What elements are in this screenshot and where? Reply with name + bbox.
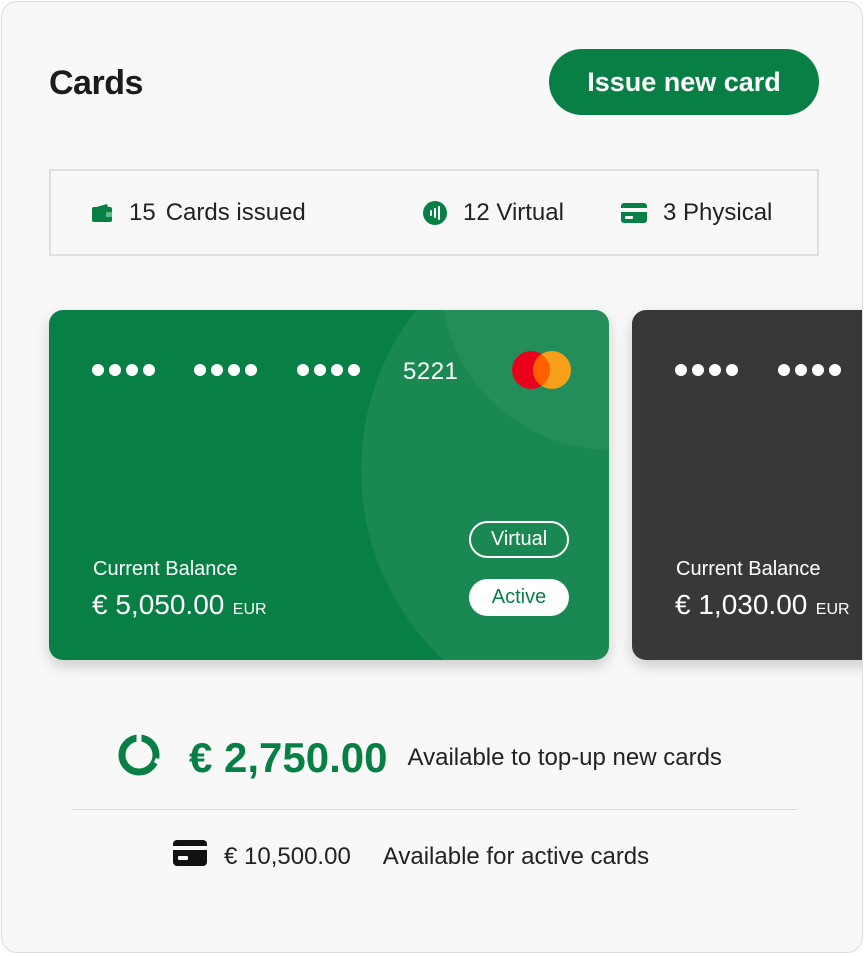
masked-digits-group xyxy=(92,364,160,376)
stat-virtual: 12 Virtual xyxy=(423,171,564,254)
topup-amount: € 2,750.00 xyxy=(189,733,388,781)
divider xyxy=(72,809,797,810)
balance-currency: EUR xyxy=(232,601,267,618)
balance-currency: EUR xyxy=(815,601,850,618)
contactless-icon xyxy=(423,200,447,225)
card-balance: € 1,030.00 EUR xyxy=(675,589,850,621)
card-status-badge: Active xyxy=(469,579,569,616)
issue-new-card-button[interactable]: Issue new card xyxy=(549,49,819,115)
card-balance: € 5,050.00 EUR xyxy=(92,589,267,621)
cards-issued-label: Cards issued xyxy=(165,198,306,226)
stat-physical: 3 Physical xyxy=(621,171,772,254)
active-amount: € 10,500.00 xyxy=(224,842,351,870)
virtual-count: 12 Virtual xyxy=(463,198,564,226)
card-icon xyxy=(621,202,647,223)
page-title: Cards xyxy=(49,64,143,102)
topup-label: Available to top-up new cards xyxy=(407,743,722,771)
card-icon xyxy=(173,840,207,873)
card-dark[interactable]: Current Balance € 1,030.00 EUR xyxy=(632,310,862,660)
active-cards-summary: € 10,500.00 Available for active cards xyxy=(173,840,649,873)
masked-digits-group xyxy=(675,364,743,376)
balance-label: Current Balance xyxy=(676,558,821,580)
balance-amount: € 1,030.00 xyxy=(675,589,808,620)
mastercard-logo xyxy=(511,350,573,395)
card-type-badge: Virtual xyxy=(469,521,569,558)
balance-label: Current Balance xyxy=(93,558,238,580)
progress-ring-icon xyxy=(117,733,163,782)
masked-digits-group xyxy=(297,364,365,376)
topup-summary: € 2,750.00 Available to top-up new cards xyxy=(117,733,722,782)
card-virtual-5221[interactable]: 5221 Current Balance € 5,050.00 EUR Virt… xyxy=(49,310,609,660)
masked-digits-group xyxy=(778,364,846,376)
wallet-icon xyxy=(91,203,113,223)
physical-count: 3 Physical xyxy=(663,198,773,226)
active-label: Available for active cards xyxy=(382,842,650,870)
stat-cards-issued: 15 Cards issued xyxy=(91,171,306,254)
cards-panel: Cards Issue new card 15 Cards issued 12 … xyxy=(1,1,863,953)
card-stats-bar: 15 Cards issued 12 Virtual 3 Physical xyxy=(49,169,819,256)
balance-amount: € 5,050.00 xyxy=(92,589,225,620)
masked-digits-group xyxy=(194,364,262,376)
cards-issued-count: 15 xyxy=(129,198,156,226)
card-last-four: 5221 xyxy=(403,358,459,385)
